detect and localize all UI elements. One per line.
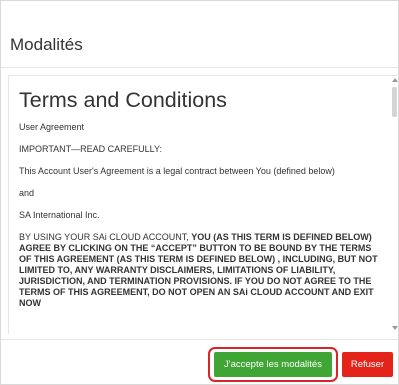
refuse-button[interactable]: Refuser xyxy=(342,352,393,377)
terms-dialog: Modalités Terms and Conditions User Agre… xyxy=(0,0,399,385)
terms-paragraph-lead: BY USING YOUR SAi CLOUD ACCOUNT, xyxy=(19,232,192,242)
terms-content: Terms and Conditions User Agreement IMPO… xyxy=(19,88,384,309)
footer-divider xyxy=(1,339,398,340)
scrollbar-thumb[interactable] xyxy=(392,87,397,117)
terms-line-contract: This Account User's Agreement is a legal… xyxy=(19,166,335,176)
scroll-up-arrow-icon[interactable] xyxy=(392,78,398,82)
terms-line-user-agreement: User Agreement xyxy=(19,122,85,132)
dialog-title: Modalités xyxy=(10,35,83,54)
accept-button[interactable]: J'accepte les modalités xyxy=(214,352,332,377)
terms-line-important: IMPORTANT—READ CAREFULLY: xyxy=(19,144,163,154)
vertical-scrollbar[interactable] xyxy=(391,75,399,333)
dialog-header: Modalités xyxy=(1,1,398,68)
terms-scroll-area[interactable]: Terms and Conditions User Agreement IMPO… xyxy=(8,75,399,334)
terms-line-and: and xyxy=(19,188,35,198)
terms-heading: Terms and Conditions xyxy=(19,88,227,112)
scroll-down-arrow-icon[interactable] xyxy=(392,326,398,330)
terms-agreement-paragraph: BY USING YOUR SAi CLOUD ACCOUNT, YOU (AS… xyxy=(19,232,384,309)
terms-paragraph-bold: YOU (AS THIS TERM IS DEFINED BELOW) AGRE… xyxy=(19,232,378,308)
terms-line-company: SA International Inc. xyxy=(19,210,100,220)
